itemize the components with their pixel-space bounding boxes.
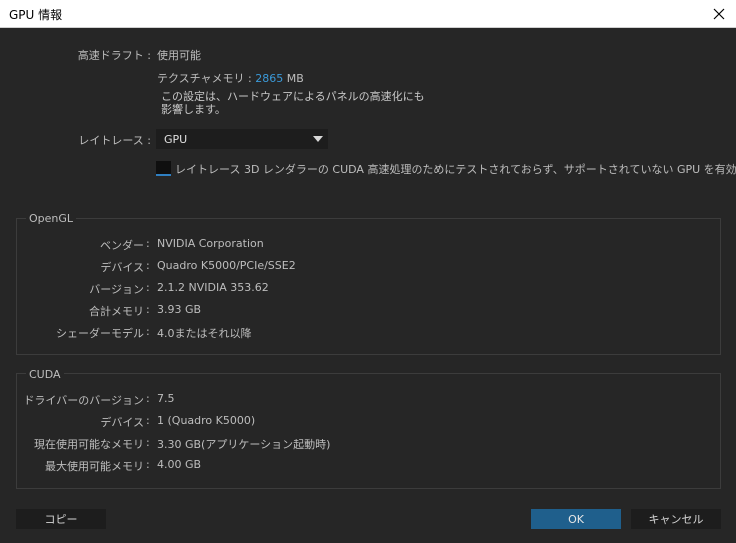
title-bar: GPU 情報: [0, 0, 736, 28]
texture-memory: テクスチャメモリ : 2865 MB: [157, 72, 425, 85]
opengl-version-value: 2.1.2 NVIDIA 353.62: [157, 281, 269, 294]
opengl-device-value: Quadro K5000/PCIe/SSE2: [157, 259, 296, 272]
copy-button[interactable]: コピー: [16, 509, 106, 529]
cuda-driver-label: ドライバーのバージョン: [23, 394, 144, 407]
cuda-group-title: CUDA: [26, 368, 64, 381]
cuda-driver-value: 7.5: [157, 392, 175, 405]
close-icon: [713, 8, 725, 20]
raytrace-label: レイトレース :: [78, 134, 151, 147]
enable-untested-gpu-label[interactable]: レイトレース 3D レンダラーの CUDA 高速処理のためにテストされておらず、…: [175, 161, 736, 177]
cuda-device-value: 1 (Quadro K5000): [157, 414, 256, 427]
raytrace-selected-value: GPU: [164, 133, 188, 146]
cuda-available-memory-label: 現在使用可能なメモリ: [34, 438, 144, 451]
separator: :: [146, 281, 150, 294]
separator: :: [146, 414, 150, 427]
cuda-max-memory-value: 4.00 GB: [157, 458, 202, 471]
cuda-max-memory-label: 最大使用可能メモリ: [45, 460, 144, 473]
texture-memory-unit: MB: [286, 72, 304, 85]
window-title: GPU 情報: [9, 8, 63, 22]
opengl-shader-value: 4.0またはそれ以降: [157, 327, 252, 340]
acceleration-note-line1: この設定は、ハードウェアによるパネルの高速化にも: [161, 90, 425, 103]
texture-memory-info: テクスチャメモリ : 2865 MB この設定は、ハードウェアによるパネルの高速…: [157, 72, 425, 116]
opengl-memory-label: 合計メモリ: [89, 305, 144, 318]
cuda-device-label: デバイス: [100, 416, 144, 429]
raytrace-select[interactable]: GPU: [156, 129, 328, 149]
cancel-button[interactable]: キャンセル: [631, 509, 721, 529]
cuda-available-memory-value: 3.30 GB(アプリケーション起動時): [157, 438, 331, 451]
texture-memory-amount: 2865: [255, 72, 284, 85]
close-button[interactable]: [708, 3, 730, 25]
acceleration-note-line2: 影響します。: [161, 103, 226, 116]
texture-memory-label: テクスチャメモリ :: [157, 72, 252, 85]
opengl-device-label: デバイス: [100, 261, 144, 274]
separator: :: [146, 237, 150, 250]
opengl-vendor-value: NVIDIA Corporation: [157, 237, 264, 250]
separator: :: [146, 458, 150, 471]
opengl-group-title: OpenGL: [26, 212, 77, 225]
separator: :: [146, 392, 150, 405]
ok-button[interactable]: OK: [531, 509, 621, 529]
gpu-draft-value: 使用可能: [157, 49, 201, 62]
separator: :: [146, 436, 150, 449]
acceleration-note: この設定は、ハードウェアによるパネルの高速化にも 影響します。: [161, 90, 425, 116]
chevron-down-icon: [313, 136, 323, 142]
separator: :: [146, 303, 150, 316]
opengl-shader-label: シェーダーモデル: [56, 327, 144, 340]
opengl-vendor-label: ベンダー: [100, 239, 144, 252]
enable-untested-gpu-checkbox[interactable]: [156, 161, 171, 176]
gpu-draft-label: 高速ドラフト :: [77, 49, 151, 62]
opengl-version-label: バージョン: [89, 283, 144, 296]
separator: :: [146, 325, 150, 338]
separator: :: [146, 259, 150, 272]
opengl-memory-value: 3.93 GB: [157, 303, 202, 316]
